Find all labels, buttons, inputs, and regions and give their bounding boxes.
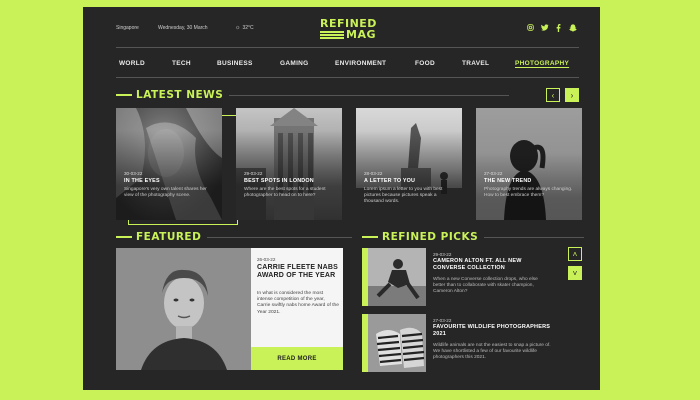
news-card[interactable]: 30-03-22 IN THE EYES Singapore's very ow…	[116, 108, 222, 220]
card-date: 28-03-22	[364, 171, 383, 176]
nav-item-tech[interactable]: TECH	[172, 60, 191, 67]
weather-widget: ☼ 32°C	[235, 25, 254, 31]
next-arrow-button[interactable]: ›	[565, 88, 579, 102]
card-date: 29-03-22	[244, 171, 263, 176]
snapchat-icon[interactable]	[568, 23, 577, 32]
location-label: Singapore	[116, 25, 139, 31]
facebook-icon[interactable]	[554, 23, 563, 32]
news-card[interactable]: 29-03-22 BEST SPOTS IN LONDON Where are …	[236, 108, 342, 220]
card-description: Where are the best spots for a student p…	[244, 187, 326, 199]
nav-item-travel[interactable]: TRAVEL	[462, 60, 489, 67]
nav-item-food[interactable]: FOOD	[415, 60, 435, 67]
refined-picks-title: REFINED PICKS	[382, 231, 479, 243]
sun-icon: ☼	[235, 25, 241, 31]
chevron-left-icon: ‹	[551, 90, 555, 100]
pick-title: CAMERON ALTON FT. ALL NEW CONVERSE COLLE…	[433, 258, 522, 271]
twitter-icon[interactable]	[540, 23, 549, 32]
picks-up-button[interactable]: ˄	[568, 247, 582, 261]
pick-date: 27-03-22	[433, 318, 452, 323]
card-description: Lorem ipsum a letter to you with best pi…	[364, 187, 443, 205]
social-links	[521, 23, 577, 32]
header-divider	[116, 47, 579, 48]
card-date: 27-03-22	[484, 171, 503, 176]
nav-item-business[interactable]: BUSINESS	[217, 60, 253, 67]
latest-news-heading: LATEST NEWS	[116, 89, 510, 101]
featured-heading: FEATURED	[116, 231, 353, 243]
featured-title: FEATURED	[136, 231, 202, 243]
instagram-icon[interactable]	[526, 23, 535, 32]
chevron-down-icon: ˅	[572, 268, 578, 278]
card-title: THE NEW TREND	[484, 178, 532, 184]
featured-image[interactable]	[116, 248, 251, 370]
pick-image	[368, 314, 426, 372]
news-card[interactable]: 28-03-22 A LETTER TO YOU Lorem ipsum a l…	[356, 108, 462, 220]
card-date: 30-03-22	[124, 171, 143, 176]
temperature-label: 32°C	[242, 25, 254, 31]
nav-item-photography[interactable]: PHOTOGRAPHY	[515, 60, 569, 67]
pick-description: When a new Converse collection drops, wh…	[433, 277, 538, 295]
news-card[interactable]: 27-03-22 THE NEW TREND Photography trend…	[476, 108, 582, 220]
magazine-page: Singapore Wednesday, 30 March ☼ 32°C REF…	[83, 7, 600, 390]
card-title: BEST SPOTS IN LONDON	[244, 178, 314, 184]
card-description: Singapore's very own talent shares her v…	[124, 187, 207, 199]
featured-card: 26-03-22 CARRIE FLEETE NABS AWARD OF THE…	[251, 248, 343, 370]
pick-item[interactable]: 27-03-22 FAVOURITE WILDLIFE PHOTOGRAPHER…	[362, 314, 554, 372]
nav-item-world[interactable]: WORLD	[119, 60, 145, 67]
pick-description: Wildlife animals are not the easiest to …	[433, 343, 551, 361]
featured-description: In what is considered the most intense c…	[257, 291, 340, 315]
nav-item-gaming[interactable]: GAMING	[280, 60, 309, 67]
chevron-up-icon: ˄	[572, 249, 578, 259]
site-logo[interactable]: REFINED MAG	[320, 18, 378, 48]
date-label: Wednesday, 30 March	[158, 25, 208, 31]
nav-divider	[116, 77, 579, 78]
card-description: Photography trends are always changing. …	[484, 187, 573, 199]
card-title: A LETTER TO YOU	[364, 178, 416, 184]
refined-picks-heading: REFINED PICKS	[362, 231, 585, 243]
picks-down-button[interactable]: ˅	[568, 266, 582, 280]
pick-date: 29-03-22	[433, 252, 452, 257]
featured-headline[interactable]: CARRIE FLEETE NABS AWARD OF THE YEAR	[257, 264, 339, 280]
logo-bars	[320, 31, 344, 41]
pick-image	[368, 248, 426, 306]
nav-item-environment[interactable]: ENVIRONMENT	[335, 60, 386, 67]
chevron-right-icon: ›	[570, 90, 574, 100]
card-title: IN THE EYES	[124, 178, 160, 184]
pick-title: FAVOURITE WILDLIFE PHOTOGRAPHERS 2021	[433, 324, 551, 337]
read-more-button[interactable]: READ MORE	[251, 347, 343, 370]
latest-news-title: LATEST NEWS	[136, 89, 224, 101]
prev-arrow-button[interactable]: ‹	[546, 88, 560, 102]
logo-line-2: MAG	[346, 28, 376, 41]
featured-date: 26-03-22	[257, 257, 276, 262]
pick-item[interactable]: 29-03-22 CAMERON ALTON FT. ALL NEW CONVE…	[362, 248, 554, 306]
